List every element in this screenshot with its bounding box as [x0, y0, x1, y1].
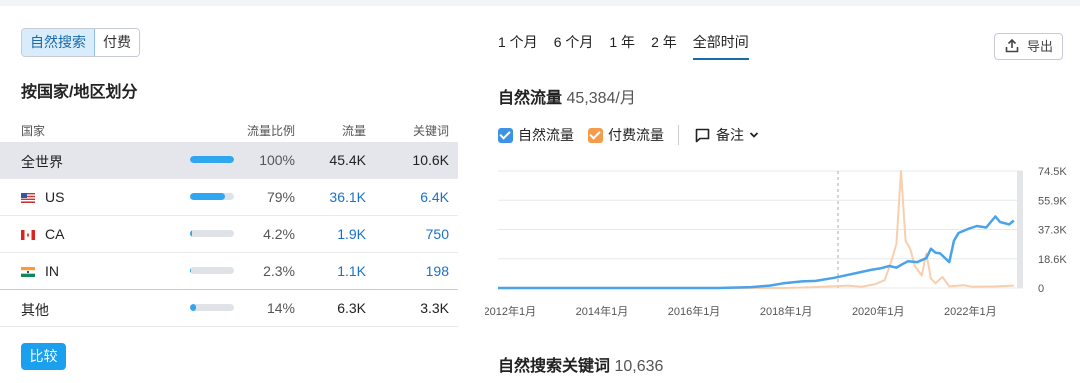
- keywords-value[interactable]: 750: [426, 226, 449, 242]
- y-tick-label: 37.3K: [1038, 225, 1067, 237]
- organic-filter-button[interactable]: 自然搜索: [22, 29, 95, 56]
- share-bar: [190, 267, 234, 274]
- organic-keywords-label: 自然搜索关键词: [498, 358, 611, 375]
- share-value: 100%: [259, 152, 295, 168]
- us-flag-icon: [21, 193, 35, 203]
- range-tab[interactable]: 1 个月: [498, 32, 538, 60]
- note-icon: [695, 128, 710, 142]
- chart-legend: 自然流量 付费流量 备注: [498, 125, 774, 145]
- organic-keywords-title: 自然搜索关键词 10,636: [498, 352, 663, 376]
- ca-flag-icon: [21, 230, 35, 240]
- geo-table: 国家 流量比例 流量 关键词 全世界 100% 45.4K 10.6K US 79% 36.…: [0, 114, 458, 327]
- range-tab[interactable]: 2 年: [651, 32, 677, 60]
- legend-divider: [678, 125, 679, 145]
- geo-row[interactable]: CA 4.2% 1.9K 750: [0, 216, 458, 253]
- share-header[interactable]: 流量比例: [247, 122, 295, 139]
- country-name: 其他: [21, 302, 49, 318]
- range-tab[interactable]: 1 年: [609, 32, 635, 60]
- notes-dropdown[interactable]: 备注: [695, 125, 760, 145]
- geo-table-header: 国家 流量比例 流量 关键词: [0, 114, 458, 142]
- in-flag-icon: [21, 267, 35, 277]
- range-handle: [1017, 171, 1023, 288]
- share-value: 2.3%: [263, 263, 295, 279]
- paid-legend-toggle[interactable]: 付费流量: [588, 125, 664, 145]
- share-value: 79%: [266, 189, 295, 205]
- traffic-card: 自然搜索 付费 按国家/地区划分 国家 流量比例 流量 关键词 全世界 100% 4…: [0, 6, 1080, 383]
- keywords-value: 10.6K: [412, 152, 449, 168]
- share-bar: [190, 230, 234, 237]
- geo-row[interactable]: IN 2.3% 1.1K 198: [0, 253, 458, 290]
- y-tick-label: 74.5K: [1038, 166, 1067, 178]
- compare-button[interactable]: 比较: [21, 343, 66, 370]
- share-bar: [190, 304, 234, 311]
- paid-legend-label: 付费流量: [608, 127, 664, 143]
- traffic-type-toggle: 自然搜索 付费: [21, 28, 140, 57]
- country-name: 全世界: [21, 154, 63, 170]
- country-header: 国家: [21, 124, 46, 138]
- paid-checkbox[interactable]: [588, 127, 603, 143]
- export-label: 导出: [1027, 39, 1054, 54]
- y-tick-label: 18.6K: [1038, 254, 1067, 266]
- keywords-value[interactable]: 198: [426, 263, 449, 279]
- organic-traffic-title: 自然流量 45,384/月: [498, 84, 636, 108]
- keywords-value[interactable]: 6.4K: [420, 189, 449, 205]
- keywords-value: 3.3K: [420, 300, 449, 316]
- y-tick-label: 0: [1038, 283, 1044, 295]
- organic-checkbox[interactable]: [498, 127, 513, 143]
- organic-legend-toggle[interactable]: 自然流量: [498, 125, 574, 145]
- geo-row[interactable]: US 79% 36.1K 6.4K: [0, 179, 458, 216]
- traffic-value[interactable]: 1.9K: [337, 226, 366, 242]
- x-tick-label: 2018年1月: [760, 304, 813, 318]
- country-name: US: [21, 189, 64, 205]
- organic-keywords-value: 10,636: [614, 358, 664, 375]
- traffic-value: 6.3K: [337, 300, 366, 316]
- traffic-value[interactable]: 36.1K: [329, 189, 366, 205]
- paid-filter-button[interactable]: 付费: [95, 29, 139, 56]
- traffic-header[interactable]: 流量: [342, 122, 366, 139]
- traffic-value: 45.4K: [329, 152, 366, 168]
- export-icon: [1005, 39, 1019, 53]
- country-name: IN: [21, 263, 59, 279]
- organic-traffic-value: 45,384/月: [566, 90, 636, 107]
- notes-label: 备注: [716, 127, 744, 143]
- x-tick-label: 2022年1月: [944, 304, 997, 318]
- chevron-down-icon: [749, 132, 759, 138]
- geo-row[interactable]: 其他 14% 6.3K 3.3K: [0, 290, 458, 327]
- x-tick-label: 2016年1月: [668, 304, 721, 318]
- export-button[interactable]: 导出: [994, 33, 1063, 60]
- traffic-chart[interactable]: 74.5K 55.9K 37.3K 18.6K 0 2012年1月 2014年1月 2016年…: [485, 161, 1075, 321]
- range-tab[interactable]: 6 个月: [554, 32, 594, 60]
- organic-legend-label: 自然流量: [518, 127, 574, 143]
- share-value: 14%: [266, 300, 295, 316]
- geo-row[interactable]: 全世界 100% 45.4K 10.6K: [0, 142, 458, 179]
- country-name: CA: [21, 226, 64, 242]
- share-bar: [190, 193, 234, 200]
- date-range-tabs: 1 个月 6 个月 1 年 2 年全部时间: [498, 32, 749, 60]
- keywords-header[interactable]: 关键词: [413, 122, 449, 139]
- geo-section-title: 按国家/地区划分: [21, 84, 138, 101]
- share-bar: [190, 156, 234, 163]
- range-tab[interactable]: 全部时间: [692, 32, 749, 60]
- organic-traffic-line: [498, 215, 1015, 290]
- x-tick-label: 2020年1月: [852, 304, 905, 318]
- organic-traffic-label: 自然流量: [498, 90, 563, 107]
- traffic-value[interactable]: 1.1K: [337, 263, 366, 279]
- x-tick-label: 2012年1月: [485, 304, 536, 318]
- y-tick-label: 55.9K: [1038, 195, 1067, 207]
- x-tick-label: 2014年1月: [576, 304, 629, 318]
- share-value: 4.2%: [263, 226, 295, 242]
